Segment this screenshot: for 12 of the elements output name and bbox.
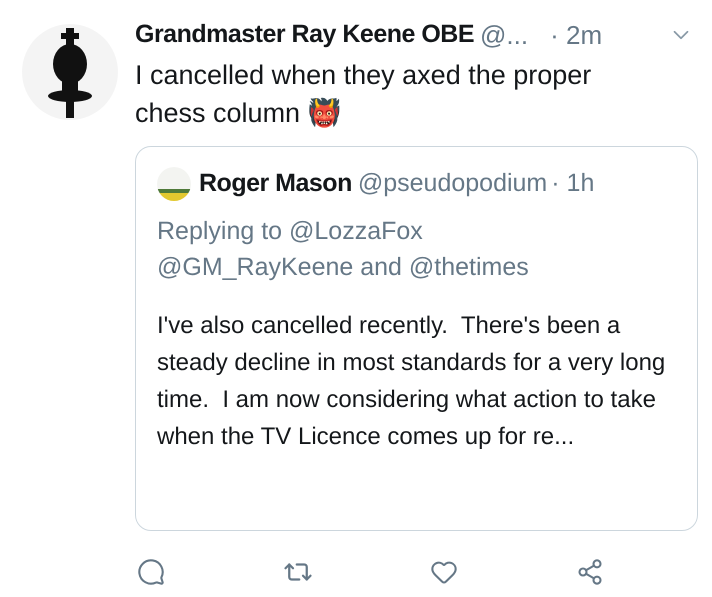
quoted-author-name: Roger Mason: [199, 168, 352, 200]
reply-icon[interactable]: [137, 558, 165, 586]
tweet-time: · 2m: [550, 18, 602, 52]
quoted-tweet-card[interactable]: [135, 146, 698, 531]
quoted-author-handle: @pseudopodium: [358, 168, 548, 200]
quoted-tweet-time: · 1h: [551, 168, 594, 200]
quoted-tweet-text: I've also cancelled recently. There's been a steady decline in most standards for a very long time. I am now considering what action to take when the TV Licence comes up for re...: [157, 311, 666, 452]
author-name: Grandmaster Ray Keene OBE: [135, 19, 474, 50]
share-icon[interactable]: [576, 558, 604, 586]
tweet-text: I cancelled when they axed the proper chess column 👹: [135, 59, 592, 130]
replying-to-text: Replying to @LozzaFox @GM_RayKeene and @thetimes: [157, 216, 530, 283]
author-handle: @...: [480, 18, 528, 52]
